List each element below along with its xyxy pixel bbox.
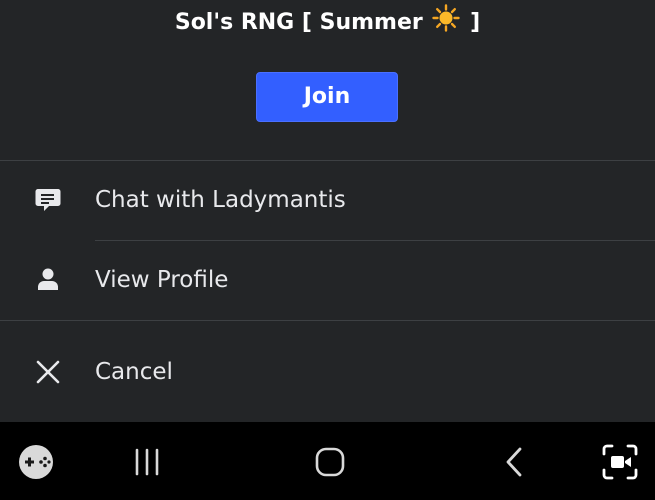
game-title-text: Sol's RNG [ Summer xyxy=(174,10,423,35)
recent-apps-icon[interactable] xyxy=(127,442,167,482)
menu-item-label: Chat with Ladymantis xyxy=(95,187,346,213)
menu-item-label: Cancel xyxy=(95,359,173,385)
menu-item-cancel[interactable]: Cancel xyxy=(0,333,655,411)
game-title-suffix: ] xyxy=(470,10,481,35)
game-controller-icon[interactable] xyxy=(16,442,56,482)
menu-item-view-profile[interactable]: View Profile xyxy=(0,241,655,319)
android-navigation-bar xyxy=(0,422,655,500)
sun-icon xyxy=(432,4,461,41)
game-title: Sol's RNG [ Summer ] xyxy=(0,4,655,41)
chat-icon xyxy=(31,183,65,217)
close-icon xyxy=(31,355,65,389)
context-sheet: Sol's RNG [ Summer ] Join Chat with Lady… xyxy=(0,0,655,422)
home-icon[interactable] xyxy=(310,442,350,482)
menu-item-label: View Profile xyxy=(95,267,229,293)
person-icon xyxy=(31,263,65,297)
back-icon[interactable] xyxy=(494,442,534,482)
screen-recorder-icon[interactable] xyxy=(600,442,640,482)
divider xyxy=(0,320,655,321)
join-button[interactable]: Join xyxy=(256,72,398,122)
menu-item-chat[interactable]: Chat with Ladymantis xyxy=(0,161,655,239)
